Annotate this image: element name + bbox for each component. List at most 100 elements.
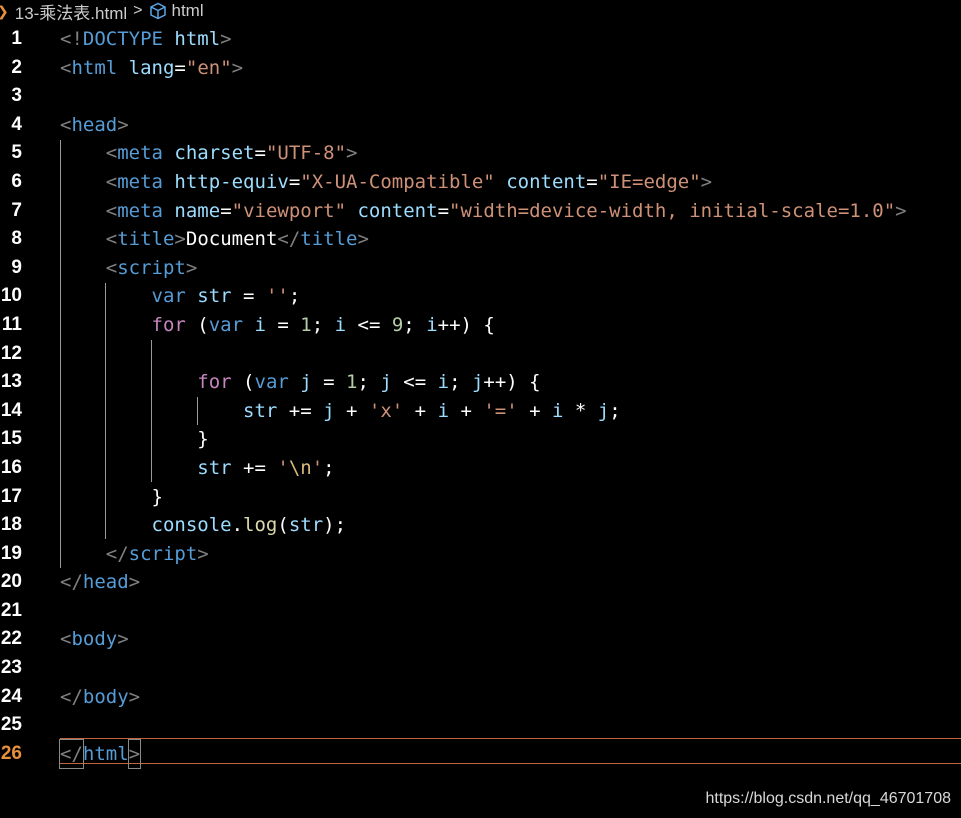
code-token: str bbox=[243, 399, 278, 422]
code-token: > bbox=[346, 142, 358, 165]
code-token: ; bbox=[609, 399, 621, 422]
breadcrumb-element[interactable]: html bbox=[172, 1, 204, 21]
code-token: } bbox=[60, 485, 163, 508]
code-text[interactable]: </script> bbox=[60, 540, 209, 569]
code-token: meta bbox=[117, 199, 175, 222]
code-token: = bbox=[231, 285, 266, 308]
code-token: > bbox=[117, 113, 129, 136]
code-token: = bbox=[254, 142, 266, 165]
code-line[interactable]: 21 bbox=[0, 597, 961, 626]
code-line[interactable]: 26 </html> bbox=[0, 738, 961, 770]
code-token: i bbox=[334, 313, 347, 336]
code-text[interactable]: str += '\n'; bbox=[60, 454, 334, 483]
code-token: </ bbox=[60, 571, 83, 594]
code-token: log bbox=[243, 514, 278, 537]
code-token: "viewport" bbox=[231, 199, 347, 222]
code-line[interactable]: 10 var str = ''; bbox=[0, 282, 961, 311]
code-line[interactable]: 2 <html lang="en"> bbox=[0, 54, 961, 83]
code-line[interactable]: 24 </body> bbox=[0, 683, 961, 712]
code-text[interactable]: <body> bbox=[60, 625, 129, 654]
line-number: 10 bbox=[0, 285, 22, 307]
code-line[interactable]: 3 bbox=[0, 82, 961, 111]
code-line[interactable]: 25 bbox=[0, 711, 961, 740]
code-text[interactable]: </body> bbox=[60, 683, 140, 712]
code-text[interactable]: } bbox=[60, 483, 163, 512]
code-token: str bbox=[288, 514, 324, 537]
breadcrumb-file[interactable]: 13-乘法表.html bbox=[15, 0, 127, 24]
code-text[interactable]: </html> bbox=[59, 738, 142, 770]
code-text[interactable]: for (var i = 1; i <= 9; i++) { bbox=[60, 311, 495, 340]
code-text[interactable]: <meta http-equiv="X-UA-Compatible" conte… bbox=[60, 168, 712, 197]
code-line[interactable]: 14 str += j + 'x' + i + '=' + i * j; bbox=[0, 397, 961, 426]
code-token: j bbox=[380, 371, 392, 394]
code-text[interactable]: for (var j = 1; j <= i; j++) { bbox=[60, 368, 541, 397]
code-line[interactable]: 1 <!DOCTYPE html> bbox=[0, 25, 961, 54]
code-lines[interactable]: 1 <!DOCTYPE html> 2 <html lang="en"> 3 4 <head… bbox=[0, 25, 961, 770]
code-line[interactable]: 18 console.log(str); bbox=[0, 511, 961, 540]
code-text[interactable]: <head> bbox=[60, 111, 129, 140]
code-token: for bbox=[151, 313, 186, 336]
code-token: lang bbox=[128, 56, 175, 79]
code-line[interactable]: 22 <body> bbox=[0, 625, 961, 654]
code-text[interactable]: console.log(str); bbox=[60, 511, 347, 540]
code-line[interactable]: 19 </script> bbox=[0, 540, 961, 569]
code-token: "en" bbox=[185, 56, 232, 79]
code-text[interactable]: <meta name="viewport" content="width=dev… bbox=[60, 197, 907, 226]
code-text[interactable]: <!DOCTYPE html> bbox=[60, 25, 232, 54]
code-token: ; bbox=[311, 313, 335, 336]
code-token: </ bbox=[59, 738, 84, 770]
line-number: 13 bbox=[0, 371, 22, 393]
code-text[interactable]: <html lang="en"> bbox=[60, 54, 243, 83]
code-token: script bbox=[117, 256, 186, 279]
code-token: > bbox=[895, 199, 907, 222]
line-number: 18 bbox=[0, 514, 22, 536]
code-line[interactable]: 16 str += '\n'; bbox=[0, 454, 961, 483]
breadcrumb: ❯ 13-乘法表.html > html bbox=[0, 0, 961, 24]
code-line[interactable]: 13 for (var j = 1; j <= i; j++) { bbox=[0, 368, 961, 397]
code-line[interactable]: 15 } bbox=[0, 425, 961, 454]
code-token: ; bbox=[403, 313, 427, 336]
code-line[interactable]: 7 <meta name="viewport" content="width=d… bbox=[0, 197, 961, 226]
line-number: 9 bbox=[11, 256, 22, 278]
code-token: > bbox=[117, 628, 129, 651]
code-line[interactable]: 20 </head> bbox=[0, 568, 961, 597]
code-text[interactable]: var str = ''; bbox=[60, 282, 301, 311]
code-token: head bbox=[71, 113, 118, 136]
code-token: = bbox=[586, 170, 598, 193]
code-line[interactable]: 23 bbox=[0, 654, 961, 683]
code-line[interactable]: 8 <title>Document</title> bbox=[0, 225, 961, 254]
code-text[interactable]: <script> bbox=[60, 254, 198, 283]
code-text[interactable]: <title>Document</title> bbox=[60, 225, 369, 254]
code-text[interactable]: str += j + 'x' + i + '=' + i * j; bbox=[60, 397, 621, 426]
code-line[interactable]: 6 <meta http-equiv="X-UA-Compatible" con… bbox=[0, 168, 961, 197]
code-token: str bbox=[197, 456, 232, 479]
line-number: 23 bbox=[0, 657, 22, 679]
code-token: name bbox=[174, 199, 221, 222]
code-token: < bbox=[105, 199, 118, 222]
code-token: < bbox=[60, 56, 72, 79]
code-token: > bbox=[174, 228, 186, 251]
code-token: ++) { bbox=[483, 371, 541, 394]
code-token: script bbox=[128, 542, 198, 565]
code-line[interactable]: 12 bbox=[0, 340, 961, 369]
code-editor[interactable]: ❯ 13-乘法表.html > html 1<!DOCTYPE html>2<h… bbox=[0, 0, 961, 818]
code-text[interactable]: <meta charset="UTF-8"> bbox=[60, 139, 358, 168]
code-line[interactable]: 11 for (var i = 1; i <= 9; i++) { bbox=[0, 311, 961, 340]
code-line[interactable]: 17 } bbox=[0, 483, 961, 512]
code-text[interactable]: } bbox=[60, 425, 208, 454]
code-line[interactable]: 9 <script> bbox=[0, 254, 961, 283]
line-number: 25 bbox=[0, 714, 22, 736]
code-line[interactable]: 5 <meta charset="UTF-8"> bbox=[0, 139, 961, 168]
code-token: "width=device-width, initial-scale=1.0" bbox=[449, 199, 896, 222]
code-token: ); bbox=[323, 514, 347, 537]
code-line[interactable]: 4 <head> bbox=[0, 111, 961, 140]
code-text[interactable]: </head> bbox=[60, 568, 140, 597]
code-token: var bbox=[254, 371, 301, 394]
code-token: i bbox=[552, 399, 564, 422]
code-token: = bbox=[220, 199, 232, 222]
code-token: for bbox=[197, 371, 232, 394]
